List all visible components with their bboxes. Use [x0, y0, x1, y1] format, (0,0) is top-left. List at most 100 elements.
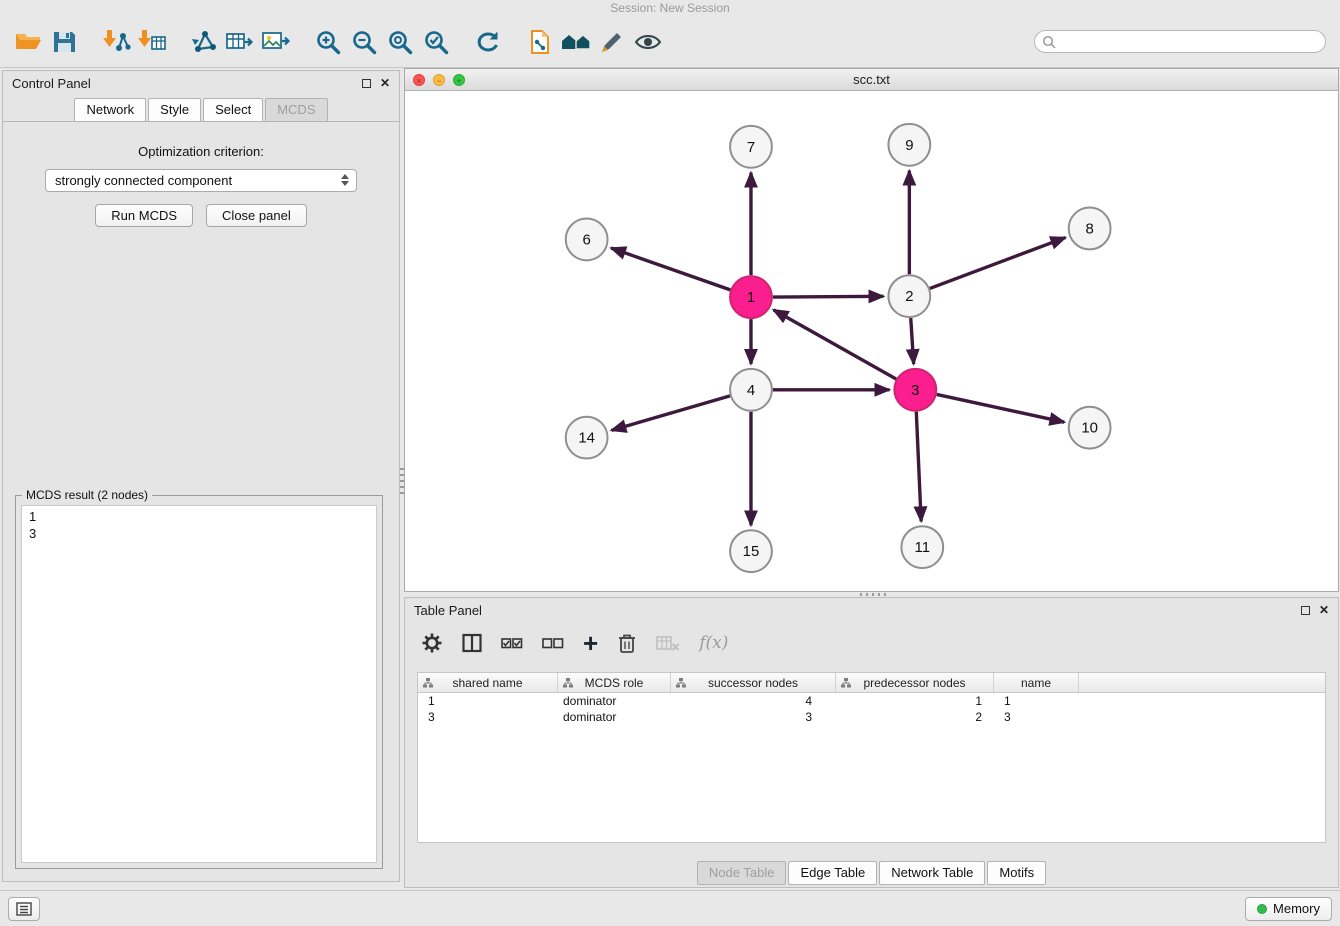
graph-node-label: 2	[905, 288, 913, 305]
network-canvas[interactable]: 7968124314101511	[405, 91, 1338, 591]
export-image-button[interactable]	[258, 23, 294, 61]
close-window-icon[interactable]: ×	[413, 74, 425, 86]
criterion-dropdown-value: strongly connected component	[55, 173, 232, 188]
search-icon	[1042, 35, 1056, 49]
cell-mcds-role: dominator	[558, 709, 671, 725]
table-panel-header: Table Panel ✕	[405, 598, 1338, 622]
delete-table-button[interactable]	[656, 634, 680, 652]
annotation-tool-button[interactable]	[594, 23, 630, 61]
tab-network[interactable]: Network	[74, 98, 146, 122]
graph-node-label: 10	[1081, 420, 1098, 437]
mcds-result-line: 1	[29, 508, 369, 525]
column-header-predecessor-nodes[interactable]: predecessor nodes	[836, 673, 994, 692]
tab-node-table[interactable]: Node Table	[697, 861, 787, 885]
tree-icon	[423, 678, 433, 688]
cell-predecessor-nodes: 1	[836, 693, 994, 709]
cell-name: 3	[994, 709, 1079, 725]
deselect-all-rows-button[interactable]	[542, 635, 564, 651]
houses-icon	[560, 29, 592, 55]
graph-edge-4-14[interactable]	[612, 396, 730, 430]
graph-edge-1-6[interactable]	[611, 248, 730, 290]
search-input[interactable]	[1034, 30, 1326, 53]
cell-shared-name: 1	[418, 693, 558, 709]
network-canvas-container: 7968124314101511	[405, 91, 1338, 591]
table-row[interactable]: 1 dominator 4 1 1	[418, 693, 1325, 709]
graph-edge-3-11[interactable]	[916, 412, 921, 522]
save-session-button[interactable]	[46, 23, 82, 61]
graph-node-label: 8	[1085, 220, 1093, 237]
add-column-button[interactable]: +	[583, 632, 598, 654]
new-table-button[interactable]	[222, 23, 258, 61]
zoom-in-icon	[315, 29, 341, 55]
float-panel-icon[interactable]	[1301, 606, 1310, 615]
criterion-dropdown[interactable]: strongly connected component	[45, 169, 357, 192]
graph-node-label: 11	[915, 539, 931, 556]
import-network-button[interactable]	[98, 23, 134, 61]
column-header-mcds-role[interactable]: MCDS role	[558, 673, 671, 692]
first-neighbors-button[interactable]	[558, 23, 594, 61]
show-panels-button[interactable]	[8, 897, 40, 921]
cell-mcds-role: dominator	[558, 693, 671, 709]
function-builder-button[interactable]: f(x)	[699, 633, 728, 653]
zoom-in-button[interactable]	[310, 23, 346, 61]
delete-column-button[interactable]	[617, 632, 637, 654]
mcds-result-box: 1 3	[21, 505, 377, 863]
network-view-window: scc.txt × − + 7968124314101511	[404, 68, 1339, 592]
close-panel-icon[interactable]: ✕	[1319, 604, 1329, 616]
tab-mcds[interactable]: MCDS	[265, 98, 327, 122]
graph-edge-3-1[interactable]	[774, 310, 897, 379]
save-icon	[50, 29, 78, 55]
tab-style[interactable]: Style	[148, 98, 201, 122]
graph-edge-2-3[interactable]	[911, 318, 914, 364]
table-row[interactable]: 3 dominator 3 2 3	[418, 709, 1325, 725]
minimize-window-icon[interactable]: −	[433, 74, 445, 86]
float-panel-icon[interactable]	[362, 79, 371, 88]
graph-edge-3-10[interactable]	[937, 394, 1065, 422]
zoom-selected-icon	[423, 29, 449, 55]
cell-shared-name: 3	[418, 709, 558, 725]
zoom-out-button[interactable]	[346, 23, 382, 61]
column-header-shared-name[interactable]: shared name	[418, 673, 558, 692]
run-mcds-button[interactable]: Run MCDS	[95, 204, 193, 227]
memory-button[interactable]: Memory	[1245, 897, 1332, 921]
cell-successor-nodes: 4	[671, 693, 836, 709]
graph-node-label: 14	[578, 430, 595, 447]
import-table-button[interactable]	[134, 23, 170, 61]
select-all-rows-button[interactable]	[501, 635, 523, 651]
graph-edge-2-8[interactable]	[930, 238, 1066, 289]
table-settings-button[interactable]	[421, 632, 443, 654]
tree-icon	[676, 678, 686, 688]
column-header-name[interactable]: name	[994, 673, 1079, 692]
close-panel-button[interactable]: Close panel	[206, 204, 307, 227]
zoom-fit-button[interactable]	[382, 23, 418, 61]
open-folder-icon	[14, 29, 42, 55]
control-panel: Control Panel ✕ Network Style Select MCD…	[2, 70, 400, 882]
network-window-titlebar: scc.txt × − +	[405, 69, 1338, 91]
tab-select[interactable]: Select	[203, 98, 263, 122]
tab-network-table[interactable]: Network Table	[879, 861, 985, 885]
tree-icon	[841, 678, 851, 688]
open-session-button[interactable]	[10, 23, 46, 61]
trash-icon	[617, 632, 637, 654]
new-network-button[interactable]	[186, 23, 222, 61]
refresh-view-button[interactable]	[470, 23, 506, 61]
cell-name: 1	[994, 693, 1079, 709]
zoom-fit-icon	[387, 29, 413, 55]
table-export-icon	[225, 29, 255, 55]
copy-network-button[interactable]	[522, 23, 558, 61]
pen-icon	[598, 29, 626, 55]
memory-button-label: Memory	[1273, 901, 1320, 916]
list-icon	[16, 902, 32, 916]
cell-predecessor-nodes: 2	[836, 709, 994, 725]
tab-motifs[interactable]: Motifs	[987, 861, 1046, 885]
zoom-selected-button[interactable]	[418, 23, 454, 61]
tab-edge-table[interactable]: Edge Table	[788, 861, 877, 885]
column-header-successor-nodes[interactable]: successor nodes	[671, 673, 836, 692]
zoom-window-icon[interactable]: +	[453, 74, 465, 86]
graph-node-label: 1	[747, 289, 755, 306]
show-hide-button[interactable]	[630, 23, 666, 61]
graph-edge-1-2[interactable]	[773, 296, 884, 297]
split-columns-button[interactable]	[462, 633, 482, 653]
table-toolbar: + f(x)	[405, 622, 1338, 664]
close-panel-icon[interactable]: ✕	[380, 77, 390, 89]
